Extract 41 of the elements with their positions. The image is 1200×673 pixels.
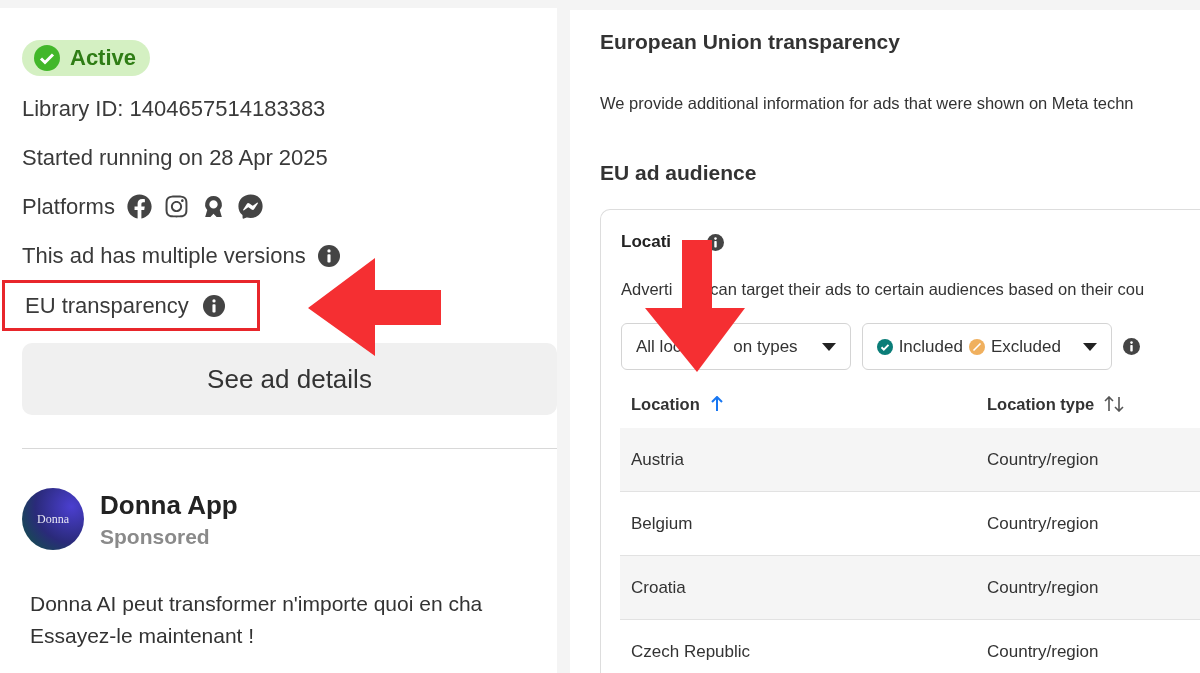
table-cell-text: Country/region [987, 513, 1100, 534]
advertiser-name[interactable]: Donna App [100, 489, 238, 521]
instagram-icon [163, 194, 189, 219]
status-badge: Active [22, 40, 151, 76]
facebook-icon [126, 194, 152, 219]
sponsored-label: Sponsored [100, 524, 211, 549]
status-dropdown[interactable]: Included Excluded [861, 323, 1112, 370]
intro-text: We provide additional information for ads that were shown on Meta techn [600, 94, 1135, 113]
library-id: Library ID: 1404657514183383 [22, 95, 326, 122]
table-cell-text: Belgium [631, 513, 694, 534]
column-header[interactable]: Location [631, 394, 700, 414]
info-icon[interactable] [202, 294, 225, 317]
start-date: Started running on 28 Apr 2025 [22, 144, 328, 171]
sort-up-icon[interactable] [709, 396, 724, 412]
caret-icon [1082, 342, 1097, 351]
table-cell-text: Country/region [987, 449, 1100, 470]
info-icon[interactable] [1122, 338, 1140, 355]
section-title: European Union transparency [600, 30, 901, 54]
column-header[interactable]: Location type [987, 394, 1095, 414]
card-title: Locati [621, 232, 672, 252]
table-cell-text: Country/region [987, 641, 1100, 662]
ad-text-line: Essayez-le maintenant ! [30, 623, 256, 649]
info-icon[interactable] [317, 244, 340, 267]
card-description: Adverti [621, 280, 673, 299]
check-circle-icon [34, 45, 60, 71]
avatar-logo: Donna [22, 488, 84, 550]
platforms-label: Platforms [22, 193, 115, 220]
table-cell-text: Czech Republic [631, 641, 752, 662]
check-circle-icon [876, 338, 893, 355]
table-cell-text: Austria [631, 449, 685, 470]
see-ad-details-button[interactable]: See ad details [22, 343, 557, 415]
messenger-icon [237, 194, 263, 219]
caret-icon [821, 342, 836, 351]
eu-transparency-label[interactable]: EU transparency [25, 292, 189, 319]
table-cell-text: Croatia [631, 577, 687, 598]
versions-label: This ad has multiple versions [22, 242, 306, 269]
section-title: EU ad audience [600, 161, 758, 185]
table-cell-text: Country/region [987, 577, 1100, 598]
sort-icon[interactable] [1104, 396, 1125, 412]
blocked-circle-icon [968, 338, 985, 355]
ad-text-line: Donna AI peut transformer n'importe quoi en cha [30, 591, 484, 617]
